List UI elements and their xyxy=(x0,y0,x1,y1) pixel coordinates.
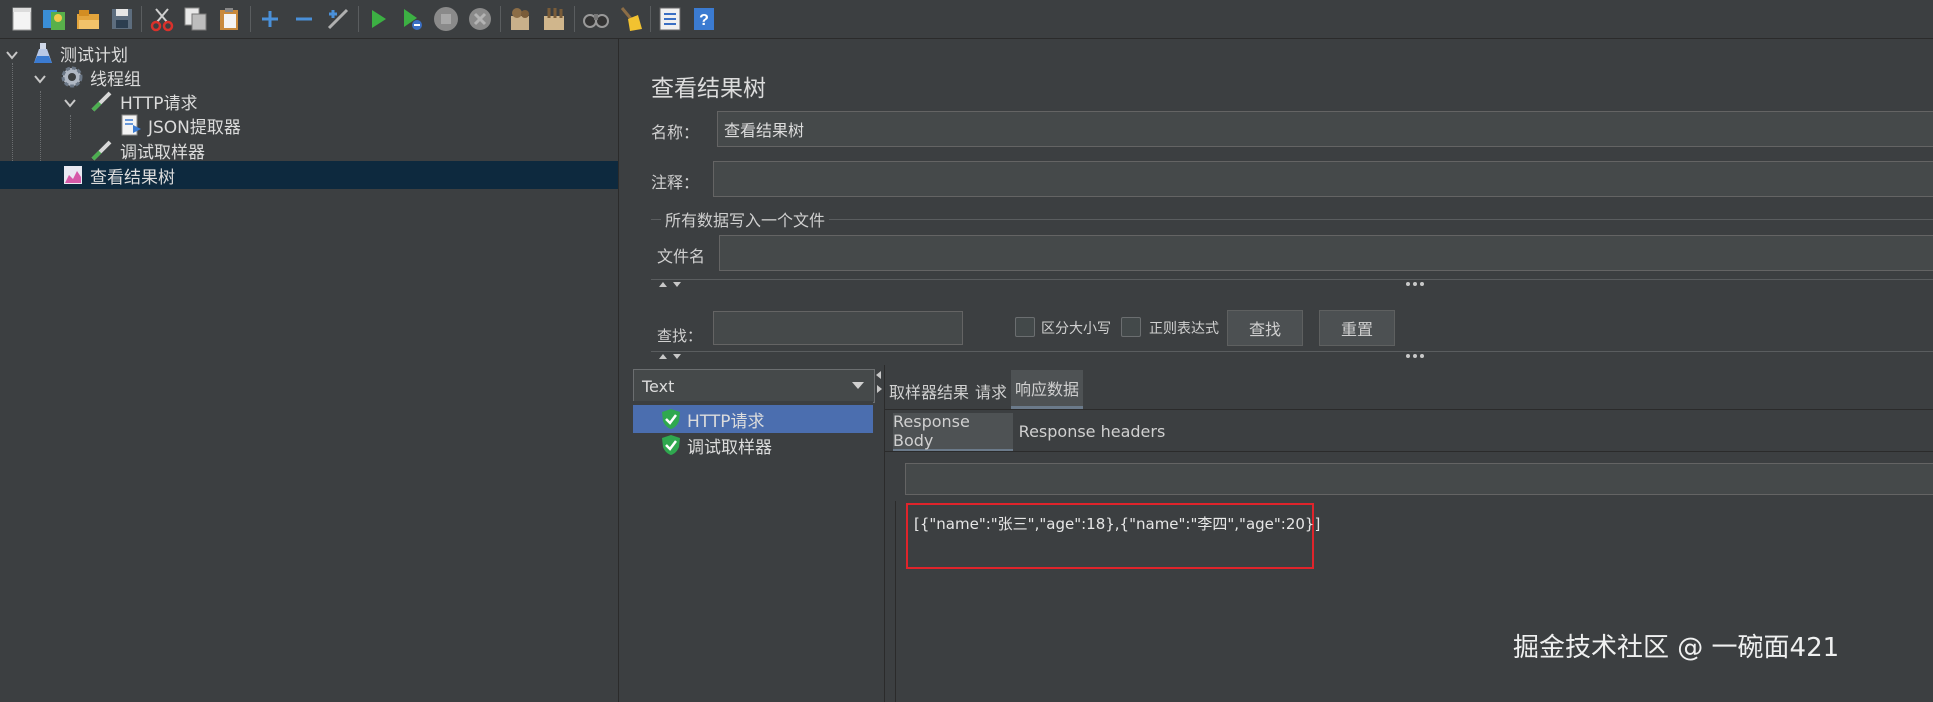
tree-item-debug-sampler[interactable]: 调试取样器 xyxy=(90,136,205,164)
results-list: HTTP请求 调试取样器 xyxy=(633,401,873,702)
function-helper-icon[interactable] xyxy=(656,5,684,33)
tabs-divider xyxy=(885,409,1933,410)
toolbar-separator xyxy=(358,6,359,32)
sampler-pipette-icon xyxy=(91,91,112,112)
view-results-tree-panel: 查看结果树 名称： 查看结果树 注释： 所有数据写入一个文件 文件名 查找： 区… xyxy=(633,39,1933,702)
toolbar-separator xyxy=(500,6,501,32)
tab-response-data[interactable]: 响应数据 xyxy=(1011,370,1083,409)
shutdown-icon[interactable] xyxy=(466,5,494,33)
collapse-icon[interactable] xyxy=(290,5,318,33)
reset-search-icon[interactable] xyxy=(616,5,644,33)
splitter-arrows-icon[interactable] xyxy=(657,281,687,289)
file-section-title: 所有数据写入一个文件 xyxy=(661,207,830,231)
tree-item-label: 测试计划 xyxy=(60,45,128,66)
reset-button[interactable]: 重置 xyxy=(1319,310,1395,346)
templates-icon[interactable] xyxy=(40,5,68,33)
start-no-pause-icon[interactable] xyxy=(398,5,426,33)
start-icon[interactable] xyxy=(364,5,392,33)
comment-label: 注释： xyxy=(651,173,700,192)
page-title: 查看结果树 xyxy=(651,76,766,102)
test-plan-tree: 测试计划 线程组 HTTP请求 JSON提取器 调试取样器 查看结果树 xyxy=(0,39,618,702)
filename-label: 文件名 xyxy=(657,247,706,266)
toolbar-separator xyxy=(574,6,575,32)
tree-item-view-results-tree[interactable]: 查看结果树 xyxy=(62,161,175,189)
search-label: 查找： xyxy=(657,327,703,345)
response-body-text: [{"name":"张三","age":18},{"name":"李四","ag… xyxy=(914,515,1321,533)
new-icon[interactable] xyxy=(8,5,36,33)
toolbar-separator xyxy=(650,6,651,32)
response-search-input[interactable] xyxy=(905,463,1933,495)
tree-item-json-extractor[interactable]: JSON提取器 xyxy=(118,111,241,139)
tree-item-label: 调试取样器 xyxy=(120,142,205,163)
search-icon[interactable] xyxy=(582,5,610,33)
splitter-grip-icon xyxy=(1406,282,1424,286)
splitter-bar[interactable] xyxy=(651,351,1933,362)
splitter-arrows-icon[interactable] xyxy=(657,353,687,361)
toolbar-separator xyxy=(141,6,142,32)
cut-icon[interactable] xyxy=(148,5,176,33)
find-button[interactable]: 查找 xyxy=(1227,310,1303,346)
renderer-selected-value: Text xyxy=(642,376,675,396)
tree-guide-line xyxy=(40,91,41,163)
comment-field[interactable] xyxy=(713,161,1933,197)
name-label: 名称： xyxy=(651,123,700,142)
tab-response-body[interactable]: Response Body xyxy=(893,412,1013,452)
open-icon[interactable] xyxy=(74,5,102,33)
response-body-area[interactable]: [{"name":"张三","age":18},{"name":"李四","ag… xyxy=(895,501,1933,702)
tree-item-label: HTTP请求 xyxy=(120,93,198,114)
clear-all-icon[interactable] xyxy=(540,5,568,33)
copy-icon[interactable] xyxy=(182,5,210,33)
test-plan-icon xyxy=(34,43,52,63)
filename-field[interactable] xyxy=(719,235,1933,271)
tree-guide-line xyxy=(70,115,71,139)
stop-icon[interactable] xyxy=(432,5,460,33)
listener-chart-icon xyxy=(64,166,82,184)
success-shield-icon xyxy=(662,409,680,429)
success-shield-icon xyxy=(662,435,680,455)
search-input[interactable] xyxy=(713,311,963,345)
tree-item-label: 查看结果树 xyxy=(90,167,175,188)
result-item-label: 调试取样器 xyxy=(687,437,772,458)
toggle-icon[interactable] xyxy=(324,5,352,33)
chevron-down-icon[interactable] xyxy=(4,47,20,63)
toolbar: ? xyxy=(0,0,1933,39)
watermark: 掘金技术社区 @ 一碗面421 xyxy=(1513,633,1840,663)
file-section-border xyxy=(651,219,1933,220)
splitter-bar[interactable] xyxy=(651,279,1933,290)
dropdown-arrow-icon xyxy=(852,382,864,389)
toolbar-separator xyxy=(250,6,251,32)
regex-label: 正则表达式 xyxy=(1149,321,1219,337)
result-item-http-request[interactable]: HTTP请求 xyxy=(633,405,873,433)
name-field[interactable]: 查看结果树 xyxy=(717,111,1933,147)
results-splitter[interactable] xyxy=(874,365,885,702)
splitter-arrows-icon[interactable] xyxy=(875,369,883,399)
tab-response-headers[interactable]: Response headers xyxy=(1017,413,1167,449)
thread-group-gear-icon xyxy=(61,66,83,88)
sampler-pipette-icon xyxy=(91,140,112,161)
save-icon[interactable] xyxy=(108,5,136,33)
case-sensitive-label: 区分大小写 xyxy=(1041,321,1111,337)
tree-item-label: JSON提取器 xyxy=(148,117,241,138)
tree-splitter[interactable] xyxy=(618,39,634,702)
svg-text:?: ? xyxy=(699,12,709,29)
help-icon[interactable]: ? xyxy=(690,5,718,33)
extractor-document-icon xyxy=(121,114,141,136)
case-sensitive-checkbox[interactable] xyxy=(1015,317,1035,337)
chevron-down-icon[interactable] xyxy=(62,95,78,111)
chevron-down-icon[interactable] xyxy=(32,71,48,87)
subtabs-divider xyxy=(885,451,1933,452)
tree-item-label: 线程组 xyxy=(90,69,141,90)
name-field-value: 查看结果树 xyxy=(724,121,805,140)
result-item-label: HTTP请求 xyxy=(687,411,765,432)
paste-icon[interactable] xyxy=(216,5,244,33)
tab-request[interactable]: 请求 xyxy=(973,373,1009,409)
regex-checkbox[interactable] xyxy=(1121,317,1141,337)
result-item-debug-sampler[interactable]: 调试取样器 xyxy=(633,431,873,459)
splitter-grip-icon xyxy=(1406,354,1424,358)
renderer-select[interactable]: Text xyxy=(633,369,875,403)
expand-icon[interactable] xyxy=(256,5,284,33)
tab-sampler-result[interactable]: 取样器结果 xyxy=(885,373,973,409)
clear-icon[interactable] xyxy=(506,5,534,33)
